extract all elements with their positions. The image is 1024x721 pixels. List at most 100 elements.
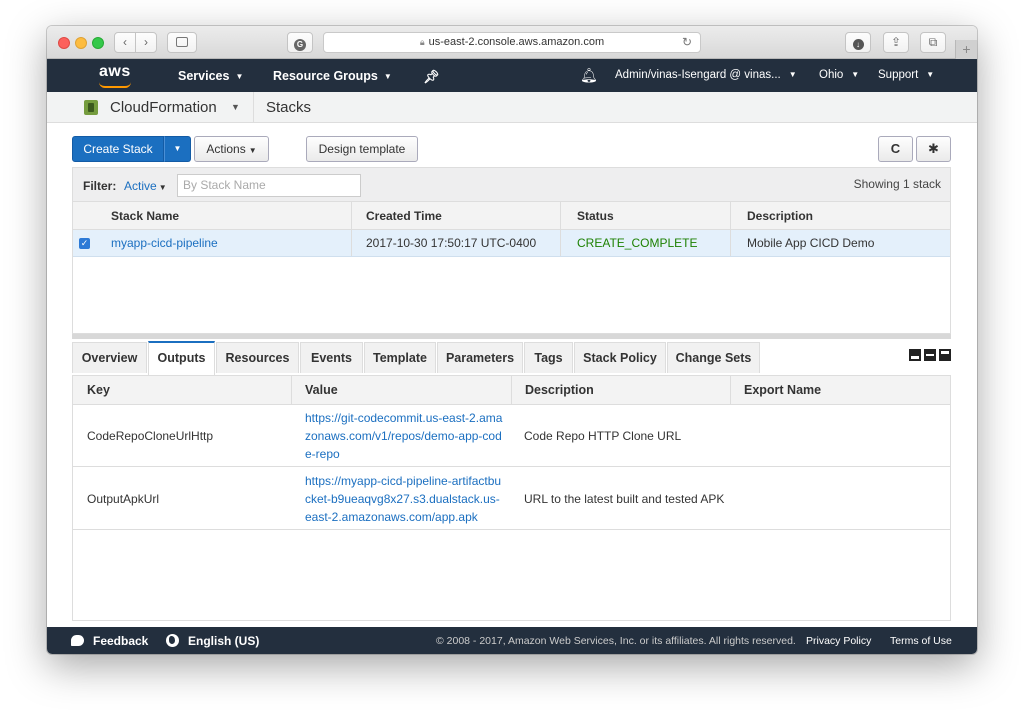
privacy-policy-link[interactable]: Privacy Policy <box>806 635 871 647</box>
panel-bottom-icon[interactable] <box>939 349 951 361</box>
terms-of-use-link[interactable]: Terms of Use <box>890 635 952 647</box>
address-bar[interactable]: 🔒︎ us-east-2.console.aws.amazon.com ↻ <box>323 32 701 53</box>
tabs-icon: ⧉ <box>928 35 938 49</box>
bell-icon[interactable]: 🔔︎ <box>580 67 598 84</box>
create-stack-dropdown[interactable]: ▼ <box>164 136 191 162</box>
service-breadcrumb: CloudFormation ▼ Stacks <box>47 92 977 123</box>
tab-events[interactable]: Events <box>300 342 363 373</box>
stack-name-filter-input[interactable]: By Stack Name <box>177 174 361 197</box>
download-icon: ↓ <box>852 39 864 50</box>
aws-smile-logo <box>99 82 131 88</box>
table-header: Key Value Description Export Name <box>73 376 950 405</box>
copyright-text: © 2008 - 2017, Amazon Web Services, Inc.… <box>436 635 796 647</box>
globe-icon <box>166 634 179 647</box>
tab-overview[interactable]: Overview <box>72 342 147 373</box>
resource-groups-menu[interactable]: Resource Groups ▼ <box>273 69 392 83</box>
create-stack-button[interactable]: Create Stack <box>72 136 164 162</box>
language-selector[interactable]: English (US) <box>188 634 259 648</box>
refresh-button[interactable]: C <box>878 136 913 162</box>
minimize-window-button[interactable] <box>75 37 87 49</box>
outputs-table: Key Value Description Export Name CodeRe… <box>72 376 951 621</box>
tab-change-sets[interactable]: Change Sets <box>667 342 760 373</box>
service-name[interactable]: CloudFormation <box>110 99 217 116</box>
filter-bar: Filter: Active ▼ By Stack Name Showing 1 … <box>72 167 951 201</box>
pin-icon[interactable]: 📌︎ <box>423 69 440 85</box>
status-filter-dropdown[interactable]: Active ▼ <box>124 179 167 193</box>
tab-template[interactable]: Template <box>364 342 436 373</box>
refresh-icon: C <box>890 141 901 156</box>
zoom-window-button[interactable] <box>92 37 104 49</box>
detail-tabs: Overview Outputs Resources Events Templa… <box>72 339 951 376</box>
cloudformation-icon <box>84 100 98 115</box>
tab-resources[interactable]: Resources <box>216 342 299 373</box>
chevron-down-icon: ▼ <box>851 70 860 79</box>
column-header-stack-name[interactable]: Stack Name <box>111 202 179 229</box>
new-tab-button[interactable]: + <box>955 40 977 59</box>
account-label: Admin/vinas-Isengard @ vinas... <box>615 69 781 81</box>
back-button[interactable]: ‹ <box>114 32 136 53</box>
column-header-export-name: Export Name <box>730 376 821 405</box>
chevron-down-icon: ▼ <box>788 70 797 79</box>
actions-label: Actions <box>206 142 246 156</box>
stack-description: Mobile App CICD Demo <box>730 230 874 256</box>
output-key: OutputApkUrl <box>87 492 160 506</box>
filter-label: Filter: <box>83 179 117 193</box>
status-filter-label: Active <box>124 179 157 193</box>
output-key: CodeRepoCloneUrlHttp <box>87 429 214 443</box>
chevron-down-icon: ▼ <box>158 183 167 192</box>
account-menu[interactable]: Admin/vinas-Isengard @ vinas... ▼ <box>615 69 797 81</box>
chevron-left-icon: ‹ <box>123 35 127 49</box>
panel-top-icon[interactable] <box>909 349 921 361</box>
feedback-link[interactable]: Feedback <box>93 634 148 648</box>
services-menu[interactable]: Services ▼ <box>178 69 243 83</box>
tab-parameters[interactable]: Parameters <box>437 342 523 373</box>
output-value-link[interactable]: https://myapp-cicd-pipeline-artifactbuck… <box>305 472 505 526</box>
created-time: 2017-10-30 17:50:17 UTC-0400 <box>351 230 536 256</box>
row-checkbox[interactable]: ✓ <box>79 238 90 249</box>
speech-bubble-icon <box>71 635 84 646</box>
column-header-created-time[interactable]: Created Time <box>351 202 442 229</box>
table-row[interactable]: ✓ myapp-cicd-pipeline 2017-10-30 17:50:1… <box>73 230 950 257</box>
stacks-table: Stack Name Created Time Status Descripti… <box>72 201 951 334</box>
tab-tags[interactable]: Tags <box>524 342 573 373</box>
chevron-down-icon: ▼ <box>383 72 392 81</box>
actions-button[interactable]: Actions ▼ <box>194 136 269 162</box>
design-template-button[interactable]: Design template <box>306 136 418 162</box>
column-header-status[interactable]: Status <box>560 202 614 229</box>
chevron-down-icon[interactable]: ▼ <box>231 102 240 112</box>
panel-layout-controls <box>906 348 951 366</box>
chevron-down-icon: ▼ <box>926 70 935 79</box>
resource-groups-label: Resource Groups <box>273 69 378 83</box>
sidebar-toggle-button[interactable] <box>167 32 197 53</box>
support-menu[interactable]: Support ▼ <box>878 69 934 81</box>
output-description: Code Repo HTTP Clone URL <box>524 429 682 443</box>
column-header-key: Key <box>87 383 110 397</box>
tab-stack-policy[interactable]: Stack Policy <box>574 342 666 373</box>
services-label: Services <box>178 69 230 83</box>
tab-overview-button[interactable]: ⧉ <box>920 32 946 53</box>
aws-top-nav: aws Services ▼ Resource Groups ▼ 📌︎ 🔔︎ Adm… <box>47 59 977 92</box>
extension-button[interactable]: G <box>287 32 313 53</box>
aws-logo[interactable]: aws <box>99 63 131 81</box>
downloads-button[interactable]: ↓ <box>845 32 871 53</box>
page-title: Stacks <box>266 99 312 116</box>
console-footer: Feedback English (US) © 2008 - 2017, Ama… <box>47 627 977 654</box>
chevron-down-icon: ▼ <box>235 72 244 81</box>
column-header-description[interactable]: Description <box>730 202 813 229</box>
browser-toolbar: ‹ › G 🔒︎ us-east-2.console.aws.amazon.com… <box>47 26 977 59</box>
stack-count: Showing 1 stack <box>853 177 941 191</box>
share-button[interactable]: ⇪ <box>883 32 909 53</box>
table-row: OutputApkUrl https://myapp-cicd-pipeline… <box>73 468 950 530</box>
close-window-button[interactable] <box>58 37 70 49</box>
output-value-link[interactable]: https://git-codecommit.us-east-2.amazona… <box>305 409 505 463</box>
reload-icon[interactable]: ↻ <box>682 33 692 52</box>
settings-button[interactable]: ✱ <box>916 136 951 162</box>
panel-split-icon[interactable] <box>924 349 936 361</box>
forward-button[interactable]: › <box>135 32 157 53</box>
column-header-description: Description <box>511 376 594 405</box>
tab-outputs[interactable]: Outputs <box>148 341 215 375</box>
divider <box>253 92 254 123</box>
region-menu[interactable]: Ohio ▼ <box>819 69 859 81</box>
chevron-right-icon: › <box>144 35 148 49</box>
stack-name-link[interactable]: myapp-cicd-pipeline <box>111 230 218 256</box>
